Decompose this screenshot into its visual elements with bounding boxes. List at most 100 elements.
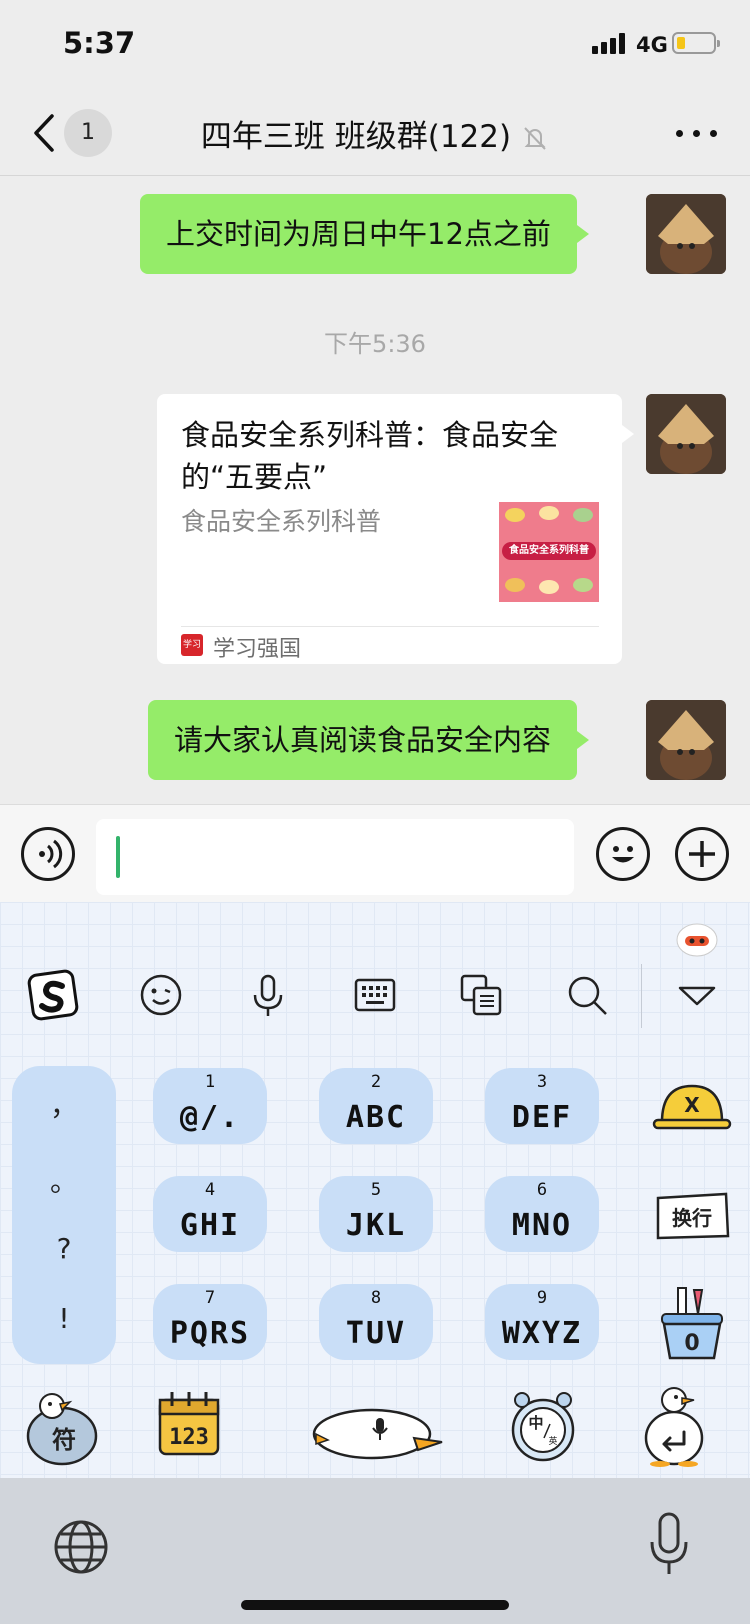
punct-key[interactable]: 。	[12, 1160, 116, 1200]
article-description: 食品安全系列科普	[181, 507, 382, 536]
key-num: 9	[536, 1288, 548, 1308]
newline-key[interactable]: 换行	[648, 1184, 736, 1264]
mic-icon	[253, 974, 283, 1016]
key-3[interactable]: 3 DEF	[485, 1068, 599, 1144]
key-num: 1	[204, 1072, 216, 1092]
key-7[interactable]: 7 PQRS	[153, 1284, 267, 1360]
back-icon	[34, 114, 54, 152]
card-divider	[181, 626, 599, 627]
clock-language-icon: 中英	[511, 1392, 575, 1462]
sogou-icon	[27, 969, 79, 1021]
mascot-icon[interactable]	[674, 918, 720, 958]
battery-icon	[672, 32, 720, 54]
article-title: 食品安全系列科普：食品安全的“五要点”	[181, 418, 559, 494]
key-6[interactable]: 6 MNO	[485, 1176, 599, 1252]
emoji-icon	[612, 846, 634, 863]
chat-title[interactable]: 四年三班 班级群(122)	[201, 111, 549, 156]
punct-key[interactable]: !	[12, 1302, 116, 1335]
more-button[interactable]	[672, 116, 722, 150]
article-card[interactable]: 食品安全系列科普：食品安全的“五要点” 食品安全系列科普 食品安全系列科普 学习…	[157, 394, 634, 664]
key-5[interactable]: 5 JKL	[319, 1176, 433, 1252]
avatar[interactable]	[646, 394, 726, 474]
key-num: 8	[370, 1288, 382, 1308]
voice-input-button[interactable]	[241, 968, 295, 1022]
time-divider: 下午5:36	[324, 330, 426, 358]
language-switch-key[interactable]: 中英	[508, 1382, 578, 1468]
delete-key[interactable]: X	[648, 1076, 736, 1156]
search-icon	[568, 976, 607, 1015]
search-button[interactable]	[560, 968, 614, 1022]
emoji-panel-button[interactable]	[134, 968, 188, 1022]
delete-label: X	[684, 1093, 700, 1117]
article-source: 学习强国	[213, 637, 302, 662]
newline-sign-icon: 换行	[656, 1192, 730, 1240]
key-num: 3	[536, 1072, 548, 1092]
key-9[interactable]: 9 WXYZ	[485, 1284, 599, 1360]
sogou-button[interactable]	[26, 968, 80, 1022]
toolbar-divider	[641, 964, 642, 1028]
key-letters: MNO	[511, 1208, 573, 1243]
key-letters: @/.	[179, 1100, 241, 1135]
message-input[interactable]	[96, 819, 574, 895]
message-bubble[interactable]: 上交时间为周日中午12点之前	[140, 194, 589, 274]
punctuation-column[interactable]: ， 。 ? !	[12, 1066, 116, 1364]
text-caret	[116, 836, 120, 878]
dictation-mic-icon[interactable]	[646, 1510, 692, 1578]
key-letters: PQRS	[169, 1316, 251, 1351]
smiley-icon	[140, 974, 182, 1016]
punct-key[interactable]: ?	[12, 1232, 116, 1265]
status-bar: 5:37 4G	[0, 0, 750, 90]
avatar[interactable]	[646, 700, 726, 780]
zero-label: 0	[684, 1331, 699, 1356]
chat-nav-bar: 1 四年三班 班级群(122)	[0, 90, 750, 176]
enter-key[interactable]	[636, 1382, 710, 1468]
symbols-key[interactable]: 符	[22, 1382, 102, 1468]
key-letters: JKL	[345, 1208, 407, 1243]
key-letters: ABC	[345, 1100, 407, 1135]
voice-button[interactable]	[21, 827, 75, 881]
cup-zero-icon: 0	[661, 1287, 723, 1360]
space-key[interactable]	[310, 1382, 448, 1468]
collapse-keyboard-button[interactable]	[670, 968, 724, 1022]
helmet-delete-icon: X	[652, 1084, 732, 1130]
numbers-label: 123	[169, 1425, 209, 1450]
punct-key[interactable]: ，	[12, 1084, 116, 1124]
newline-label: 换行	[672, 1206, 712, 1230]
key-letters: GHI	[179, 1208, 241, 1243]
lang-en-label: 英	[548, 1435, 557, 1447]
mute-icon	[524, 127, 546, 150]
article-thumbnail: 食品安全系列科普	[499, 502, 599, 602]
unread-badge[interactable]: 1	[64, 109, 112, 157]
key-num: 4	[204, 1180, 216, 1200]
chat-title-text: 四年三班 班级群(122)	[200, 118, 512, 155]
back-button[interactable]	[28, 108, 68, 158]
plus-icon	[689, 841, 715, 867]
avatar[interactable]	[646, 194, 726, 274]
home-indicator[interactable]	[241, 1600, 509, 1610]
numbers-key[interactable]: 123	[154, 1382, 224, 1468]
keyboard: ， 。 ? ! 1 @/. 2 ABC 3 DEF 4 GHI 5 JKL 6 MNO 7 P…	[0, 902, 750, 1478]
key-num: 7	[204, 1288, 216, 1308]
collapse-icon	[678, 986, 716, 1006]
key-4[interactable]: 4 GHI	[153, 1176, 267, 1252]
voice-icon	[39, 839, 63, 869]
message-bubble[interactable]: 请大家认真阅读食品安全内容	[148, 700, 590, 780]
key-num: 5	[370, 1180, 382, 1200]
key-8[interactable]: 8 TUV	[319, 1284, 433, 1360]
goose-symbols-icon: 符	[26, 1393, 98, 1466]
key-num: 6	[536, 1180, 548, 1200]
network-type: 4G	[636, 33, 668, 57]
key-2[interactable]: 2 ABC	[319, 1068, 433, 1144]
translate-button[interactable]	[454, 968, 508, 1022]
sleeping-goose-icon	[312, 1408, 443, 1460]
emoji-button[interactable]	[596, 827, 650, 881]
plus-button[interactable]	[675, 827, 729, 881]
key-1[interactable]: 1 @/.	[153, 1068, 267, 1144]
keyboard-switch-button[interactable]	[348, 968, 402, 1022]
thumbnail-banner: 食品安全系列科普	[502, 542, 596, 560]
symbols-label: 符	[52, 1426, 76, 1454]
key-letters: WXYZ	[501, 1316, 583, 1351]
zero-key[interactable]: 0	[648, 1284, 736, 1364]
globe-icon[interactable]	[52, 1518, 110, 1576]
key-letters: TUV	[345, 1316, 407, 1351]
